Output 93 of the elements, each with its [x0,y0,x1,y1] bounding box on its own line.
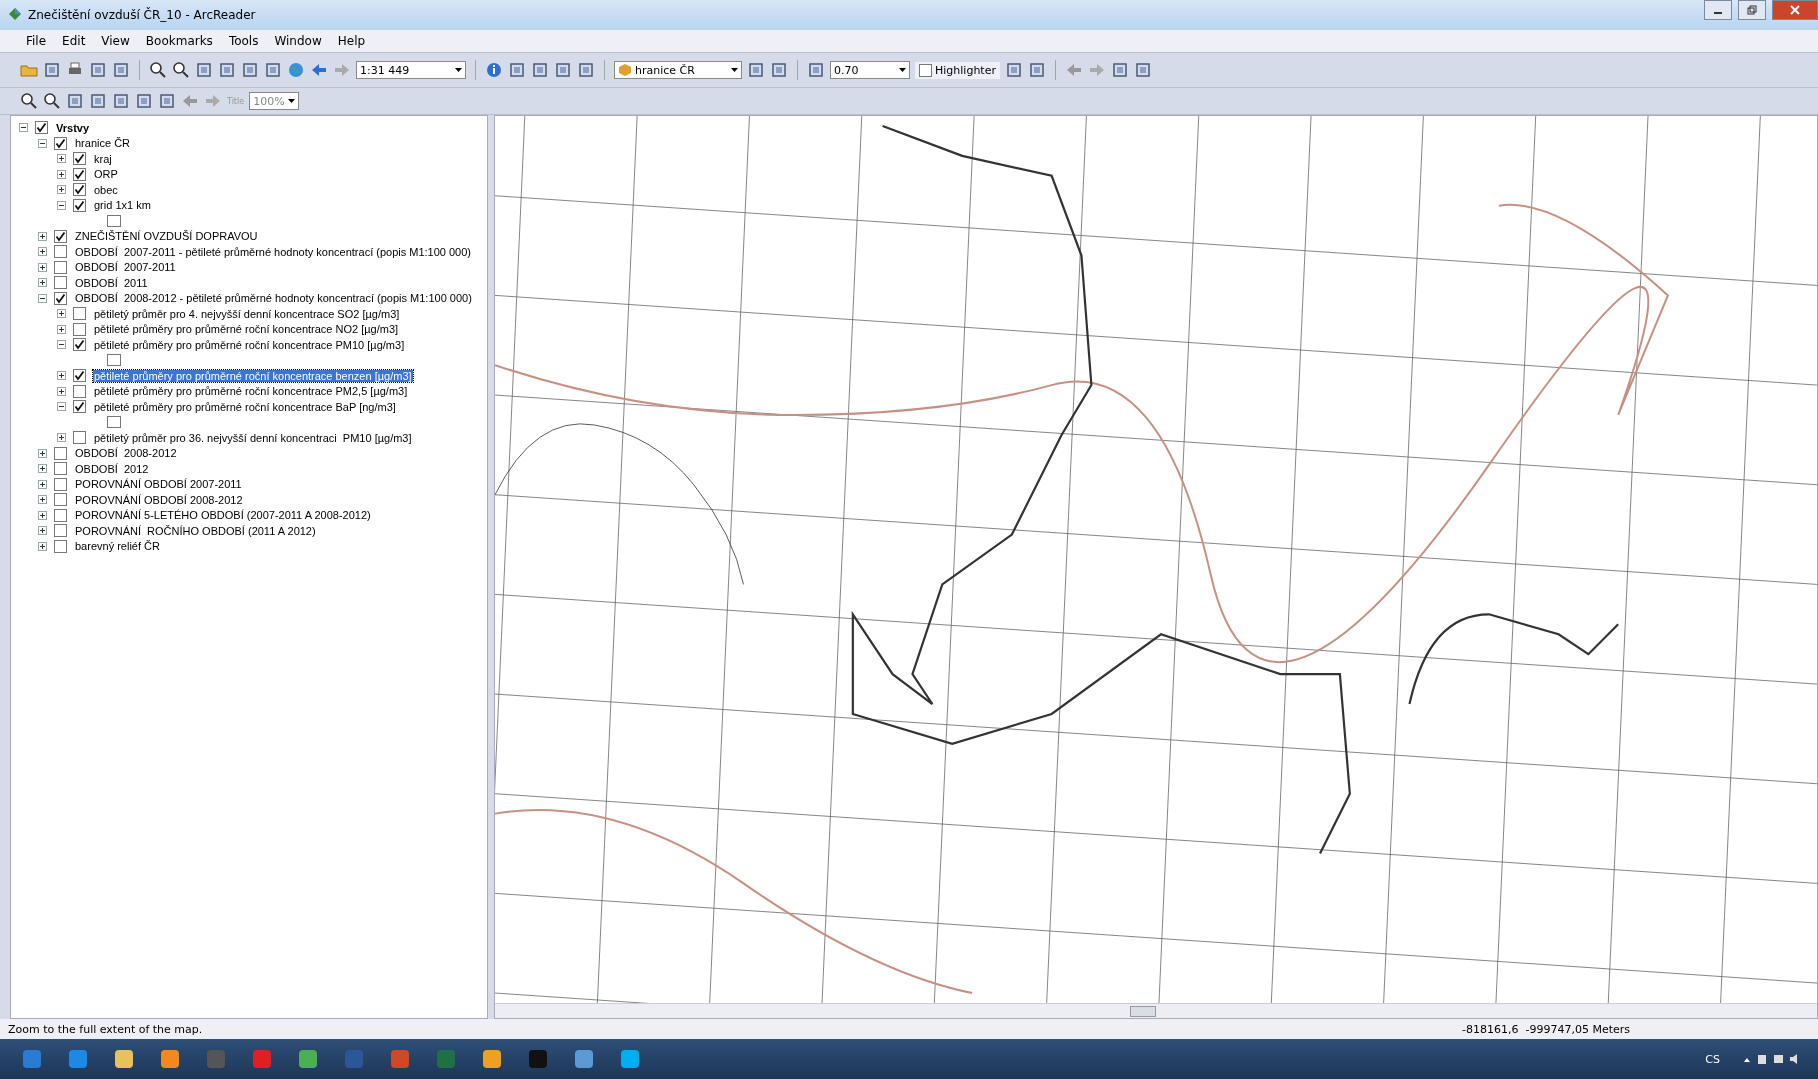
zoom-in-icon[interactable] [149,61,167,79]
layer-name[interactable]: barevný reliéf ČR [74,540,161,553]
layer-checkbox[interactable] [54,477,67,491]
menu-item[interactable]: Tools [228,34,259,48]
layer-name[interactable]: pětileté průměry pro průměrné roční koncentrace benzen [µg/m3] [93,369,413,382]
globe-icon[interactable] [287,61,305,79]
layer-name[interactable]: pětileté průměry pro průměrné roční koncentrace PM2,5 [µg/m3] [93,385,409,398]
info-icon[interactable] [485,61,503,79]
layer-name[interactable]: OBDOBÍ 2011 [74,276,149,289]
layer-checkbox[interactable] [73,338,86,352]
legend-swatch [107,354,121,367]
menu-item[interactable]: View [101,34,130,48]
layer-name[interactable]: pětileté průměry pro průměrné roční koncentrace PM10 [µg/m3] [93,338,406,351]
collapse-icon[interactable] [38,293,47,303]
layer-name[interactable]: pětiletý průměr pro 4. nejvyšší denní koncentrace SO2 [µg/m3] [93,307,401,320]
caret-icon[interactable] [287,99,295,103]
horizontal-scrollbar[interactable] [495,1003,1817,1018]
menu-item[interactable]: File [26,34,47,48]
layer-checkbox[interactable] [54,493,67,507]
collapse-icon[interactable] [38,138,47,148]
zoom-out-icon[interactable] [43,92,61,110]
menu-item[interactable]: Window [274,34,322,48]
layer-checkbox[interactable] [54,291,67,305]
layer-checkbox[interactable] [73,400,86,414]
layer-name[interactable]: ZNEČIŠTĚNÍ OVZDUŠÍ DOPRAVOU [74,230,259,243]
language-indicator[interactable]: CS [1705,1052,1720,1066]
layer-checkbox[interactable] [54,229,67,243]
layer-checkbox[interactable] [73,384,86,398]
legend-swatch [107,214,121,227]
layer-name[interactable]: hranice ČR [74,137,132,150]
layer-name[interactable]: pětileté průměry pro průměrné roční koncentrace NO2 [µg/m3] [93,323,400,336]
layer-name[interactable]: POROVNÁNÍ 5-LETÉHO OBDOBÍ (2007-2011 A 2008-2012) [74,509,372,522]
layer-checkbox[interactable] [73,307,86,321]
layer-name[interactable]: POROVNÁNÍ OBDOBÍ 2008-2012 [74,493,244,506]
layer-icon [618,63,632,77]
layer-checkbox[interactable] [54,508,67,522]
status-message: Zoom to the full extent of the map. [8,1022,203,1036]
layer-checkbox[interactable] [54,245,67,259]
caret-icon[interactable] [899,68,906,72]
layer-checkbox[interactable] [54,260,67,274]
layer-name[interactable]: OBDOBÍ 2008-2012 - pětileté průměrné hodnoty koncentrací (popis M1:100 000) [74,292,473,305]
layer-checkbox[interactable] [73,167,86,181]
scale-dropdown[interactable]: 1:31 449 [356,61,466,79]
menu-item[interactable]: Edit [62,34,86,48]
close-button[interactable] [1772,0,1818,20]
restore-icon[interactable] [1747,5,1757,15]
layer-checkbox[interactable] [73,152,86,166]
layer-name[interactable]: OBDOBÍ 2007-2011 - pětileté průměrné hodnoty koncentrací (popis M1:100 000) [74,245,473,258]
zoom-out-icon[interactable] [172,61,190,79]
layer-name[interactable]: pětileté průměry pro průměrné roční koncentrace BaP [ng/m3] [93,400,397,413]
restore-button[interactable] [1738,0,1766,20]
arrow-left-icon[interactable] [310,61,328,79]
layer-checkbox[interactable] [54,446,67,460]
layer-checkbox[interactable] [54,524,67,538]
layer-checkbox[interactable] [73,431,86,445]
close-icon[interactable] [1790,5,1800,15]
layer-checkbox[interactable] [54,276,67,290]
layer-name[interactable]: grid 1x1 km [93,199,152,212]
layer-checkbox[interactable] [54,539,67,553]
caret-icon[interactable] [731,68,738,72]
layer-name[interactable]: pětiletý průměr pro 36. nejvyšší denní koncentraci PM10 [µg/m3] [93,431,413,444]
layer-name[interactable]: OBDOBÍ 2012 [74,462,150,475]
zoom-dropdown[interactable]: 100% [249,92,299,110]
layer-name[interactable]: kraj [93,152,113,165]
layer-checkbox[interactable] [35,121,48,135]
caret-icon[interactable] [455,68,462,72]
layer-name[interactable]: OBDOBÍ 2008-2012 [74,447,178,460]
collapse-icon[interactable] [57,402,66,412]
layer-name[interactable]: obec [93,183,119,196]
layer-checkbox[interactable] [73,183,86,197]
layer-checkbox[interactable] [73,369,86,383]
layer-dropdown[interactable]: hranice ČR [614,61,742,79]
legend-swatch [107,416,121,429]
layer-checkbox[interactable] [54,462,67,476]
zoom-in-icon[interactable] [20,92,38,110]
highlighter-checkbox[interactable]: Highlighter [915,61,1000,79]
layer-name[interactable]: OBDOBÍ 2007-2011 [74,261,177,274]
menu-item[interactable]: Bookmarks [145,34,213,48]
transparency-dropdown[interactable]: 0.70 [830,61,910,79]
coordinates-readout: -818161,6 -999747,05 Meters [1462,1022,1630,1036]
collapse-icon[interactable] [57,200,66,210]
collapse-icon[interactable] [57,340,66,350]
layer-name[interactable]: Vrstvy [55,121,91,134]
layer-name[interactable]: POROVNÁNÍ OBDOBÍ 2007-2011 [74,478,243,491]
layer-checkbox[interactable] [73,198,86,212]
layer-name[interactable]: ORP [93,168,119,181]
menu-item[interactable]: Help [337,34,366,48]
window-title: Znečištění ovzduší ČR_10 - ArcReader [28,8,256,22]
layer-checkbox[interactable] [73,322,86,336]
layer-name[interactable]: POROVNÁNÍ ROČNÍHO OBDOBÍ (2011 A 2012) [74,524,317,537]
collapse-icon[interactable] [19,123,28,133]
layer-checkbox[interactable] [54,136,67,150]
minimize-button[interactable] [1704,0,1732,20]
